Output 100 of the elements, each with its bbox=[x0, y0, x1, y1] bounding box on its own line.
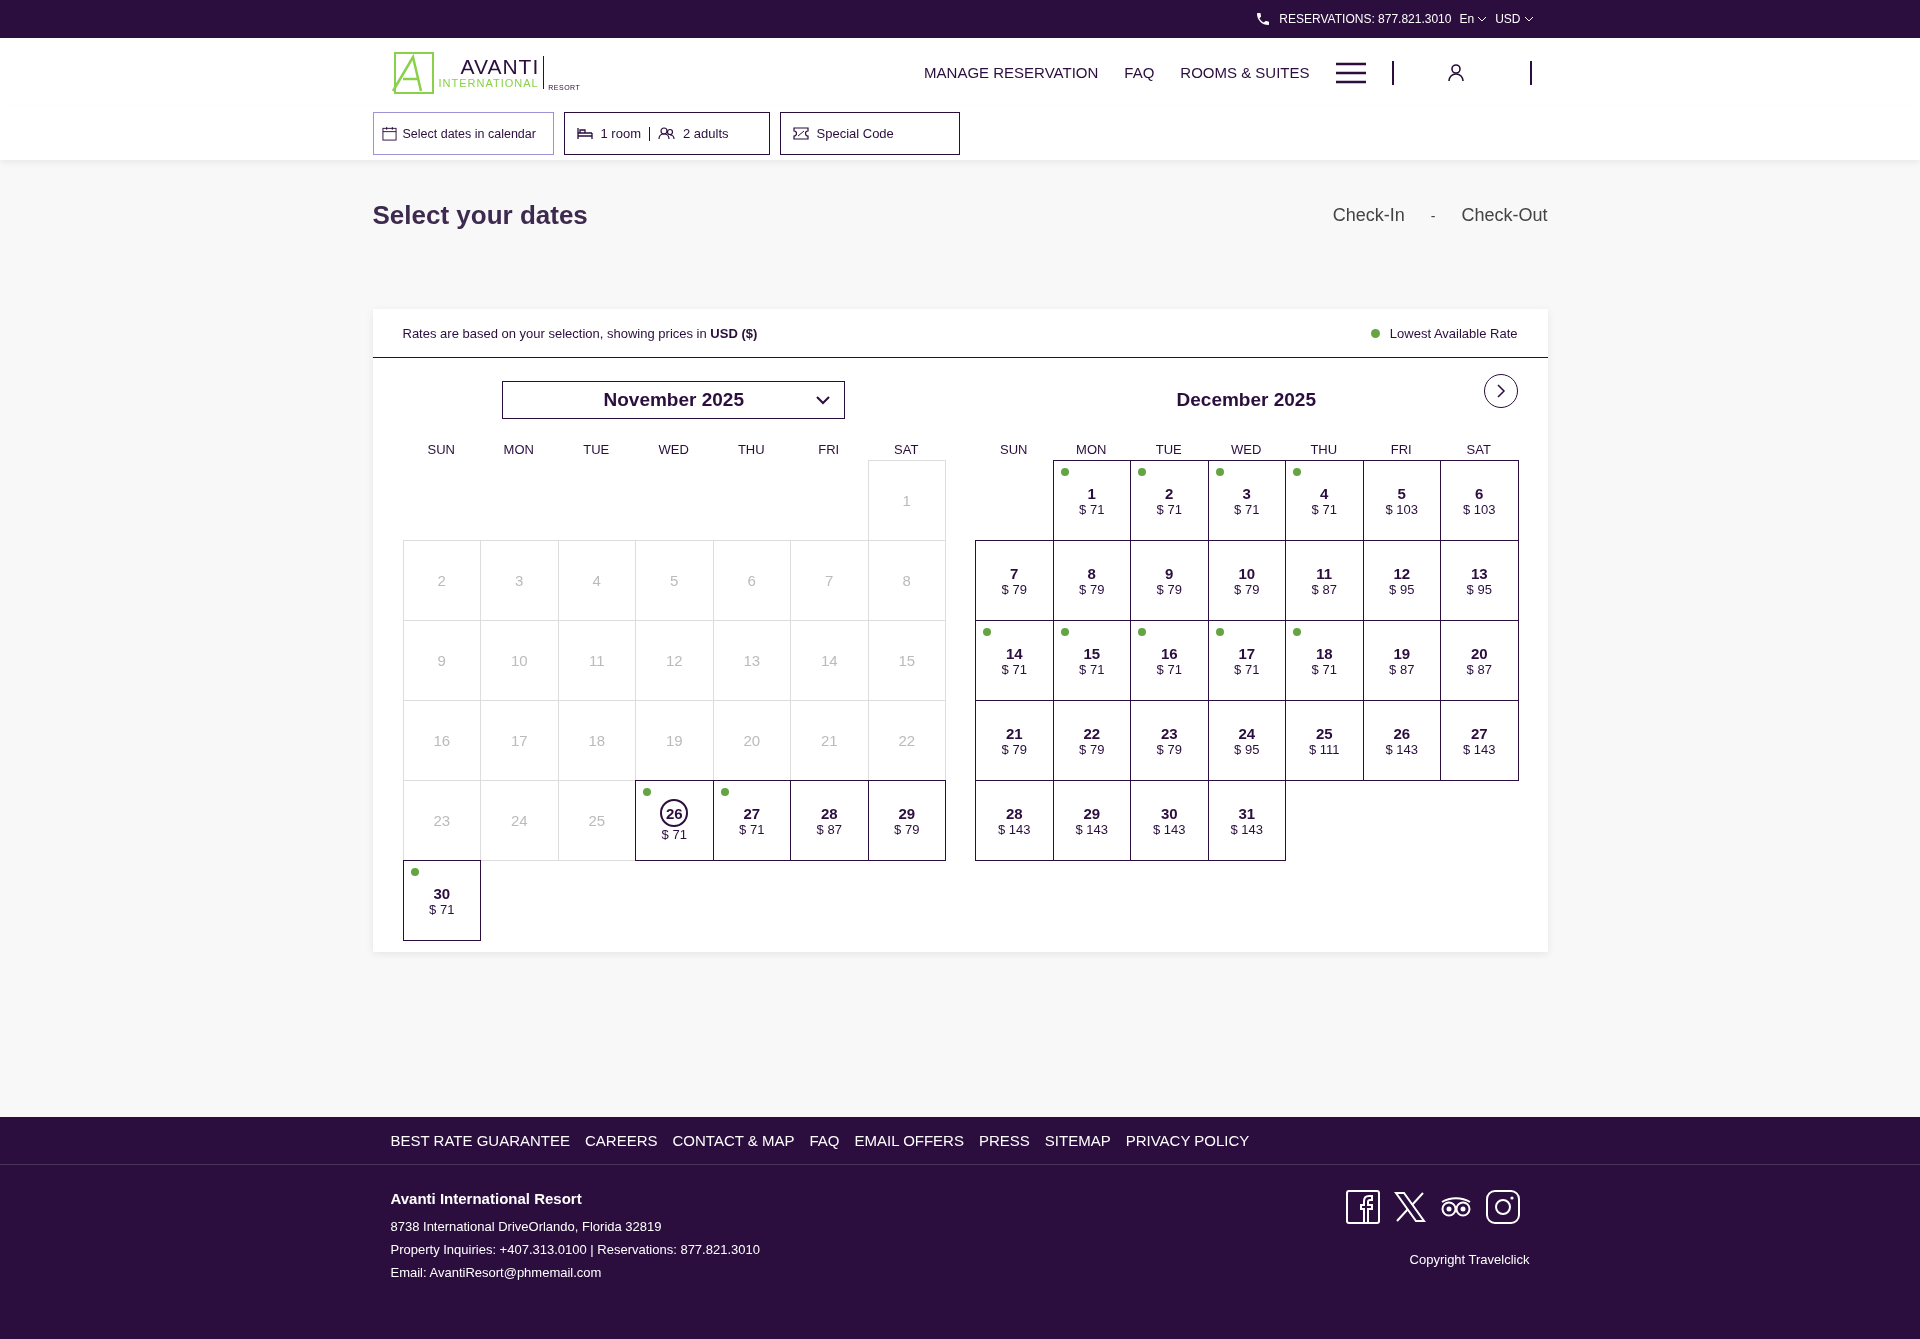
day-cell[interactable]: 29 $ 79 bbox=[867, 780, 946, 861]
day-number: 23 bbox=[433, 812, 451, 829]
logo-icon bbox=[390, 50, 435, 95]
footer-link[interactable]: PRESS bbox=[978, 1132, 1030, 1149]
day-price: $ 87 bbox=[1389, 661, 1415, 677]
day-cell[interactable]: 7 $ 79 bbox=[975, 540, 1054, 621]
user-icon[interactable] bbox=[1447, 63, 1464, 82]
day-number: 8 bbox=[902, 572, 911, 589]
footer-link[interactable]: FAQ bbox=[809, 1132, 840, 1149]
weekday-label: SAT bbox=[893, 442, 920, 459]
day-cell[interactable]: 30 $ 71 bbox=[402, 860, 481, 941]
weekday-label: WED bbox=[657, 442, 690, 459]
weekday-label: SUN bbox=[426, 442, 456, 459]
day-number: 17 bbox=[510, 732, 528, 749]
day-number: 24 bbox=[510, 812, 528, 829]
day-price: $ 143 bbox=[1230, 821, 1263, 837]
day-number: 1 bbox=[1087, 484, 1096, 502]
contact-line: Property Inquiries: +407.313.0100 | Reservations: 877.821.3010 bbox=[390, 1242, 760, 1257]
month-title: December 2025 bbox=[1176, 389, 1316, 411]
day-price: $ 71 bbox=[1234, 661, 1260, 677]
weekday-label: TUE bbox=[1154, 442, 1183, 459]
day-price: $ 79 bbox=[1156, 581, 1182, 597]
nav-link[interactable]: ROOMS & SUITES bbox=[1180, 64, 1310, 81]
day-number: 16 bbox=[433, 732, 451, 749]
day-number: 13 bbox=[743, 652, 761, 669]
day-number: 19 bbox=[1393, 644, 1411, 662]
footer-link[interactable]: CONTACT & MAP bbox=[672, 1132, 795, 1149]
nav-link[interactable]: MANAGE RESERVATION bbox=[924, 64, 1099, 81]
day-number: 21 bbox=[1005, 724, 1023, 742]
currency-select[interactable]: USD bbox=[1495, 12, 1534, 26]
day-cell[interactable]: 27 $ 143 bbox=[1440, 700, 1519, 781]
day-number: 7 bbox=[825, 572, 834, 589]
day-number: 10 bbox=[510, 652, 528, 669]
legend-label: Lowest Available Rate bbox=[1389, 325, 1518, 341]
footer-link[interactable]: BEST RATE GUARANTEE bbox=[390, 1132, 570, 1149]
day-number: 28 bbox=[820, 804, 838, 822]
footer-link[interactable]: SITEMAP bbox=[1044, 1132, 1111, 1149]
day-price: $ 95 bbox=[1234, 741, 1260, 757]
day-number: 9 bbox=[1165, 564, 1174, 582]
dates-field[interactable]: Select dates in calendar bbox=[372, 112, 554, 155]
weekday-label: FRI bbox=[817, 442, 841, 459]
day-price: $ 71 bbox=[429, 901, 455, 917]
day-price: $ 79 bbox=[1079, 741, 1105, 757]
weekday-label: WED bbox=[1230, 442, 1263, 459]
day-cell[interactable]: 28 $ 143 bbox=[975, 780, 1054, 861]
day-number: 6 bbox=[747, 572, 756, 589]
nav-link[interactable]: FAQ bbox=[1124, 64, 1155, 81]
occupancy-field[interactable]: 1 room 2 adults bbox=[563, 112, 770, 155]
menu-icon[interactable] bbox=[1335, 61, 1366, 84]
language-select[interactable]: En bbox=[1459, 12, 1488, 26]
check-out-label: Check-Out bbox=[1461, 205, 1548, 226]
day-cell[interactable]: 26 $ 71 bbox=[635, 780, 714, 861]
day-number: 11 bbox=[1316, 564, 1333, 582]
owl-icon[interactable] bbox=[1439, 1196, 1472, 1218]
day-number: 9 bbox=[437, 652, 446, 669]
day-number: 18 bbox=[1315, 644, 1333, 662]
day-price: $ 95 bbox=[1466, 581, 1492, 597]
day-cell[interactable]: 27 $ 71 bbox=[712, 780, 791, 861]
day-cell[interactable]: 1 $ 71 bbox=[1052, 460, 1131, 541]
footer-link[interactable]: PRIVACY POLICY bbox=[1125, 1132, 1250, 1149]
day-price: $ 71 bbox=[1001, 661, 1027, 677]
day-price: $ 71 bbox=[661, 827, 687, 842]
special-code-field[interactable]: Special Code bbox=[779, 112, 960, 155]
day-number: 23 bbox=[1160, 724, 1178, 742]
page-title: Select your dates bbox=[372, 200, 588, 231]
x-icon[interactable] bbox=[1393, 1191, 1426, 1223]
facebook-icon[interactable] bbox=[1345, 1190, 1380, 1224]
day-price: $ 143 bbox=[1152, 821, 1186, 837]
next-month-button[interactable] bbox=[1483, 374, 1518, 408]
day-cell[interactable]: 28 $ 87 bbox=[790, 780, 869, 861]
day-number: 1 bbox=[902, 492, 911, 509]
weekday-label: MON bbox=[1075, 442, 1108, 459]
day-price: $ 71 bbox=[1156, 501, 1182, 517]
day-number: 5 bbox=[670, 572, 679, 589]
footer-link[interactable]: EMAIL OFFERS bbox=[854, 1132, 964, 1149]
day-price: $ 71 bbox=[1311, 501, 1337, 517]
month-dropdown[interactable]: November 2025 bbox=[502, 381, 846, 419]
day-number: 16 bbox=[1160, 644, 1178, 662]
rates-note: Rates are based on your selection, showing prices in USD ($) bbox=[402, 325, 758, 341]
day-number: 15 bbox=[1083, 644, 1101, 662]
day-cell[interactable]: 31 $ 143 bbox=[1207, 780, 1286, 861]
weekday-label: FRI bbox=[1389, 442, 1413, 459]
day-number: 29 bbox=[898, 804, 916, 822]
day-number: 21 bbox=[820, 732, 838, 749]
day-price: $ 87 bbox=[816, 821, 842, 837]
day-price: $ 71 bbox=[1234, 501, 1260, 517]
instagram-icon[interactable] bbox=[1485, 1190, 1520, 1224]
day-number: 20 bbox=[743, 732, 761, 749]
day-number: 13 bbox=[1470, 564, 1488, 582]
day-number: 31 bbox=[1238, 804, 1256, 822]
footer-link[interactable]: CAREERS bbox=[585, 1132, 658, 1149]
day-number: 22 bbox=[898, 732, 916, 749]
day-number: 7 bbox=[1010, 564, 1019, 582]
bed-icon bbox=[576, 127, 593, 140]
weekday-label: TUE bbox=[582, 442, 611, 459]
reservations-phone[interactable]: RESERVATIONS: 877.821.3010 bbox=[1279, 12, 1452, 26]
day-number: 24 bbox=[1238, 724, 1256, 742]
day-number: 10 bbox=[1238, 564, 1256, 582]
day-cell[interactable]: 6 $ 103 bbox=[1440, 460, 1519, 541]
weekday-label: SAT bbox=[1465, 442, 1492, 459]
